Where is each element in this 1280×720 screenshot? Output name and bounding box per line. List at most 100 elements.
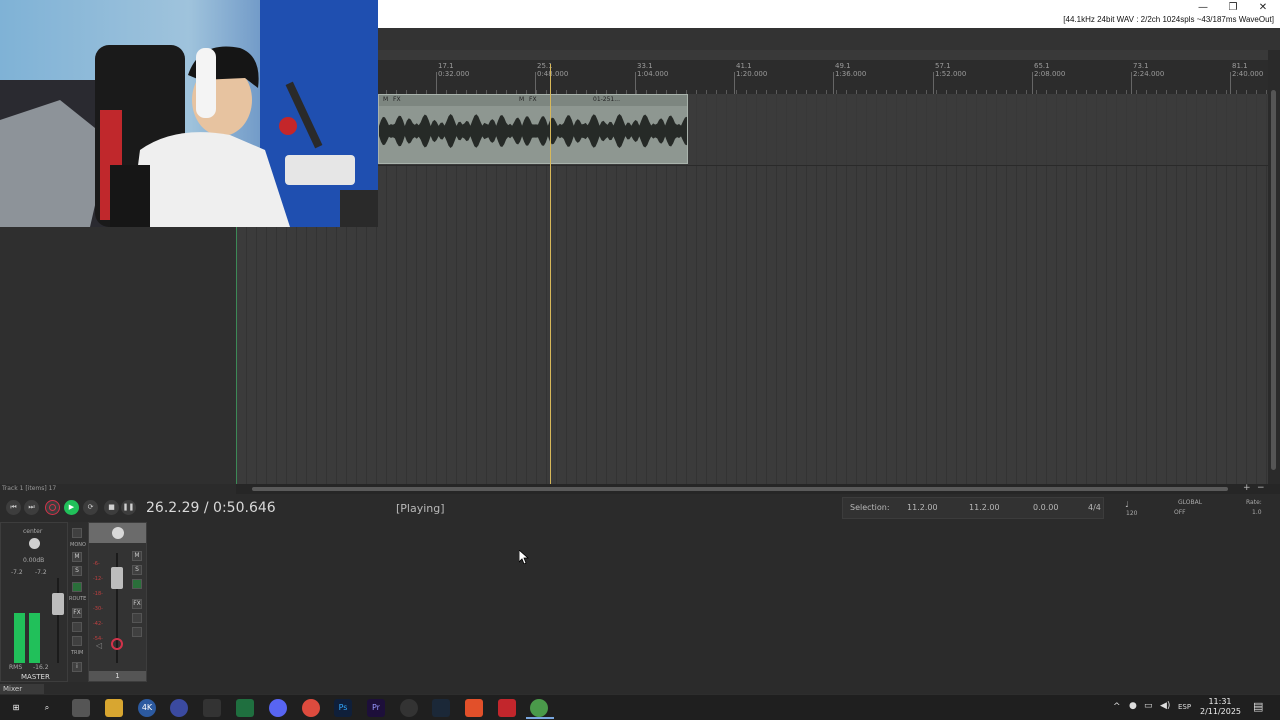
time-signature[interactable]: 4/4 [1088,503,1101,512]
track-1-fx-bypass-icon[interactable] [132,613,142,623]
ruler-time-label: 1:04.000 [637,70,669,78]
windows-start-icon[interactable]: ⊞ [7,699,25,717]
microphone-icon[interactable]: ● [1129,701,1137,711]
vertical-scroll-thumb[interactable] [1271,90,1276,470]
repeat-icon[interactable]: ⟳ [83,500,98,515]
ruler-time-label: 2:40.000 [1232,70,1264,78]
track-1-fx-button[interactable]: FX [132,599,142,609]
photoshop-icon[interactable]: Ps [334,699,352,717]
record-button[interactable] [45,500,60,515]
track-1-record-arm-button[interactable] [111,638,123,650]
mixer-tab[interactable]: Mixer [0,684,44,694]
trim-icon[interactable] [72,636,82,646]
selection-start[interactable]: 11.2.00 [907,503,938,512]
fx-bypass-icon[interactable] [72,622,82,632]
go-to-end-icon[interactable]: ⏭ [24,500,39,515]
restore-button[interactable]: ❐ [1218,1,1248,14]
ruler-marker-label: 57.1 1:52.000 [935,62,966,78]
play-cursor[interactable] [550,64,551,484]
steam-icon[interactable] [432,699,450,717]
master-solo-button[interactable]: S [72,566,82,576]
horizontal-scroll-thumb[interactable] [252,487,1228,491]
4k-downloader-icon[interactable]: 4K [138,699,156,717]
app-red-icon[interactable] [498,699,516,717]
app-icon[interactable] [170,699,188,717]
ruler-time-label: 2:08.000 [1034,70,1066,78]
stop-button[interactable]: ■ [104,500,119,515]
taskbar: ⊞ ⌕ 4K Ps Pr ^ ● ▭ ◀) ESP 11:31 2/11/202… [0,694,1280,720]
pause-button[interactable]: ❚❚ [121,500,136,515]
info-button[interactable]: i [72,662,82,672]
mono-icon[interactable] [72,528,82,538]
meter-scale-label: -42- [93,621,103,627]
language-indicator[interactable]: ESP [1178,703,1191,711]
metronome-icon[interactable]: ♩ [1125,500,1129,509]
bpm-value[interactable]: 120 [1126,510,1137,517]
zoom-out-icon[interactable]: − [1257,483,1265,493]
network-icon[interactable]: ▭ [1144,701,1153,711]
close-button[interactable]: ✕ [1248,1,1278,14]
master-mute-button[interactable]: M [72,552,82,562]
time-display[interactable]: 26.2.29 / 0:50.646 [146,500,276,516]
play-button[interactable]: ▶ [64,500,79,515]
premiere-icon[interactable]: Pr [367,699,385,717]
ruler-time-label: 0:32.000 [438,70,470,78]
track-1-fader[interactable] [111,567,123,589]
horizontal-scrollbar[interactable] [236,484,1280,494]
item-fx-button[interactable]: FX [393,96,401,103]
track-1-number: 1 [89,671,146,681]
search-icon[interactable]: ⌕ [38,699,56,717]
master-fader[interactable] [52,593,64,615]
global-automation-state[interactable]: OFF [1174,509,1186,516]
rms-label: RMS [9,664,23,671]
route-label[interactable]: ROUTE [69,596,86,602]
track-1-io-icon[interactable] [132,627,142,637]
minimize-button[interactable]: — [1188,1,1218,14]
track-status-label: Track 1 [items] 17 [2,485,57,492]
file-explorer-icon[interactable] [105,699,123,717]
reaper-icon[interactable] [530,699,548,717]
discord-icon[interactable] [269,699,287,717]
ruler-bar-label: 65.1 [1034,62,1050,70]
audio-item[interactable]: M FX M FX 01-251... [378,94,688,164]
excel-icon[interactable] [236,699,254,717]
item-mute-button[interactable]: M [383,96,388,103]
zoom-in-icon[interactable]: + [1243,483,1251,493]
selection-label: Selection: [850,503,890,512]
pan-knob[interactable] [29,538,40,549]
track-1-mute-button[interactable]: M [132,551,142,561]
mixer-panel: center 0.00dB -7.2 -7.2 RMS -16.2 MASTER… [0,522,1280,682]
obs-icon[interactable] [400,699,418,717]
brave-icon[interactable] [465,699,483,717]
notification-icon[interactable]: ▤ [1253,700,1263,713]
master-fx-button[interactable]: FX [72,608,82,618]
volume-icon[interactable]: ◀) [1160,701,1170,711]
ruler-bar-label: 73.1 [1133,62,1149,70]
chrome-icon[interactable] [302,699,320,717]
vertical-scrollbar[interactable] [1268,50,1280,484]
ruler-tick [833,72,834,94]
trim-label: TRIM [71,650,84,656]
timeline-ruler[interactable]: 17.1 0:32.000 25.1 0:48.000 33.1 1:04.000 41.1… [236,60,1268,95]
audio-device-status: [44.1kHz 24bit WAV : 2/2ch 1024spls ~43/… [1063,15,1274,24]
track-1-phase-icon[interactable]: ◁ [96,641,102,650]
task-view-icon[interactable] [72,699,90,717]
go-to-start-icon[interactable]: ⏮ [6,500,21,515]
arrange-view[interactable]: 17.1 0:32.000 25.1 0:48.000 33.1 1:04.000 41.1… [236,50,1268,484]
rate-value[interactable]: 1.0 [1252,509,1262,516]
ruler-marker-label: 17.1 0:32.000 [438,62,469,78]
chevron-up-icon[interactable]: ^ [1113,702,1121,712]
envelope-icon[interactable] [72,582,82,592]
clock[interactable]: 11:31 2/11/2025 [1200,697,1241,717]
webcam-feed-image [0,0,378,227]
selection-length[interactable]: 0.0.00 [1033,503,1058,512]
item-fx-button[interactable]: FX [529,96,537,103]
track-1-solo-button[interactable]: S [132,565,142,575]
track-1-envelope-icon[interactable] [132,579,142,589]
track-1-pan-knob[interactable] [112,527,124,539]
item-mute-button[interactable]: M [519,96,524,103]
mixer-tab-label: Mixer [3,685,23,693]
ruler-tick [734,72,735,94]
keyboard-app-icon[interactable] [203,699,221,717]
selection-end[interactable]: 11.2.00 [969,503,1000,512]
